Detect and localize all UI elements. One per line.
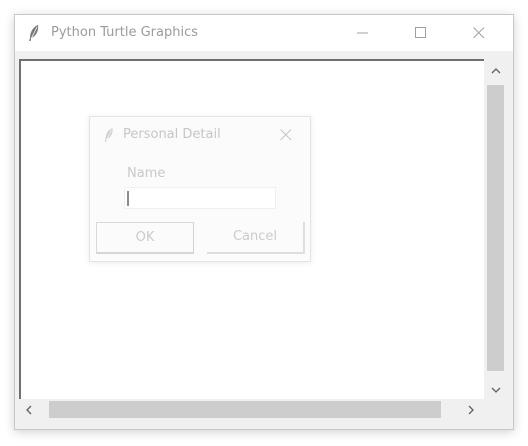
vertical-scroll-thumb[interactable] [487, 85, 504, 371]
horizontal-scroll-thumb[interactable] [49, 401, 441, 418]
dialog-title-bar[interactable]: Personal Detail [90, 117, 310, 153]
close-icon [280, 129, 292, 141]
name-label: Name [127, 166, 166, 181]
scroll-right-arrow-icon[interactable] [467, 405, 475, 415]
name-input[interactable] [124, 187, 276, 209]
scroll-down-arrow-icon[interactable] [491, 386, 501, 394]
close-button[interactable] [456, 15, 502, 51]
scroll-up-arrow-icon[interactable] [491, 67, 501, 75]
minimize-icon [357, 32, 368, 34]
dialog-close-button[interactable] [276, 125, 296, 145]
dialog-title: Personal Detail [123, 127, 221, 142]
feather-icon [29, 25, 39, 41]
feather-icon [104, 128, 113, 142]
scroll-left-arrow-icon[interactable] [25, 405, 33, 415]
cancel-button[interactable]: Cancel [207, 222, 305, 254]
personal-detail-dialog: Personal Detail Name OK Cancel [89, 116, 311, 262]
horizontal-scrollbar[interactable] [19, 399, 485, 421]
ok-button[interactable]: OK [96, 222, 194, 254]
close-icon [473, 27, 485, 39]
vertical-scrollbar[interactable] [485, 59, 507, 406]
maximize-button[interactable] [398, 15, 444, 51]
maximize-icon [415, 27, 426, 38]
title-bar[interactable]: Python Turtle Graphics [15, 15, 513, 51]
minimize-button[interactable] [340, 15, 386, 51]
text-caret [127, 191, 129, 206]
window-title: Python Turtle Graphics [51, 25, 198, 40]
